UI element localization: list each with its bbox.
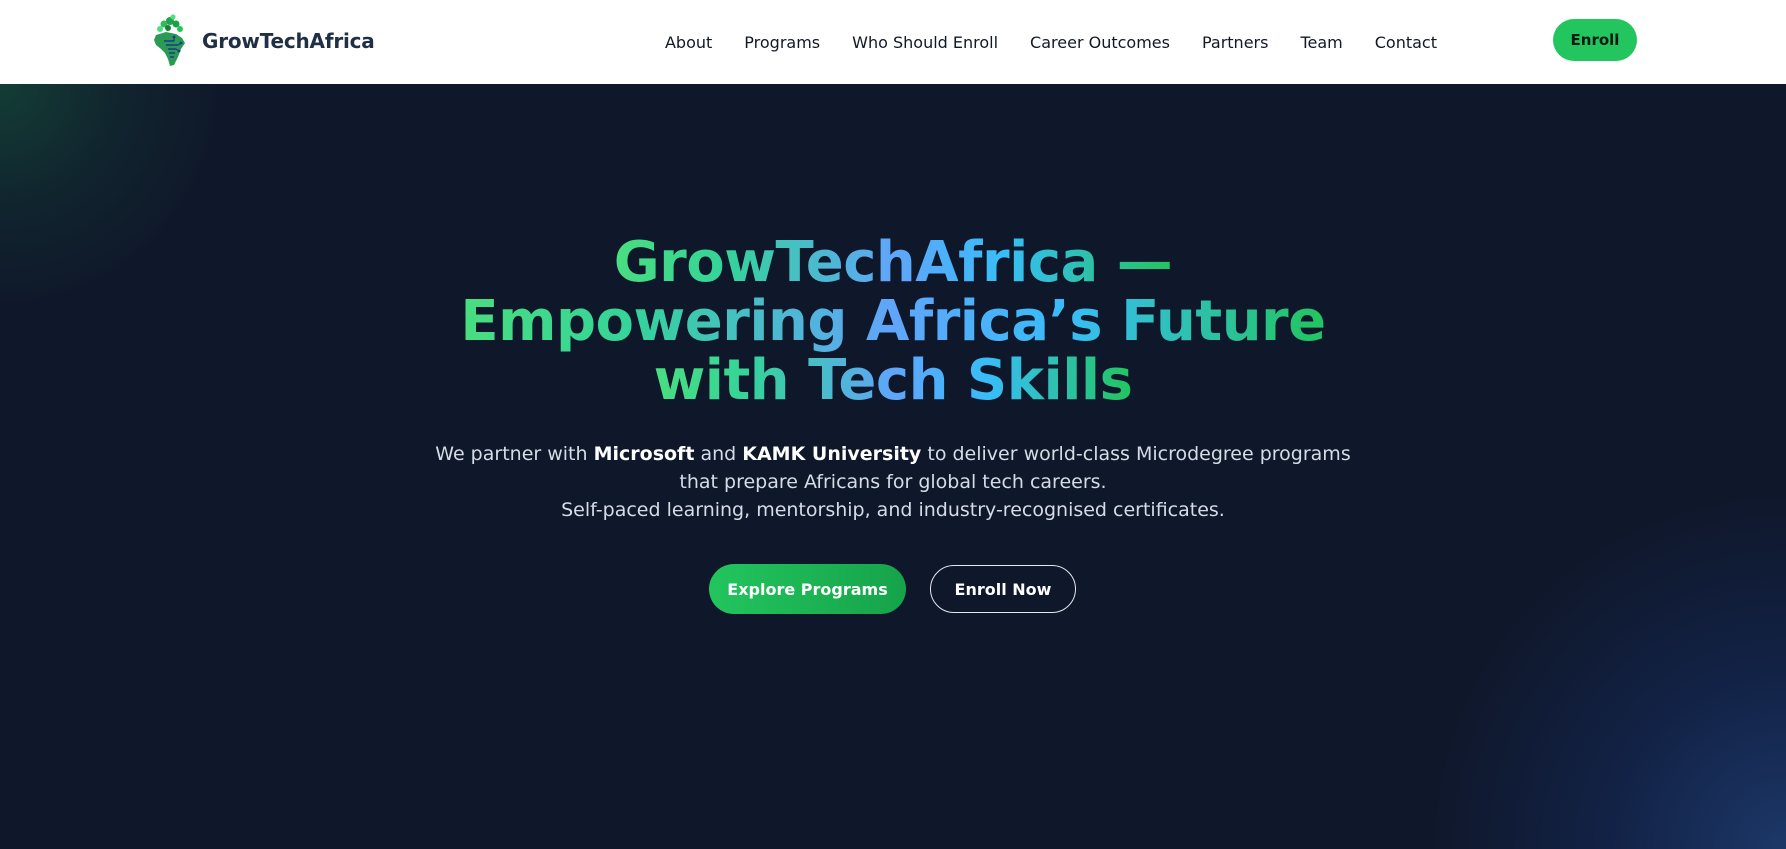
hero-section: GrowTechAfrica — Empowering Africa’s Fut… [0,84,1786,849]
nav-item-career-outcomes[interactable]: Career Outcomes [1030,33,1170,52]
main-nav: About Programs Who Should Enroll Career … [665,0,1437,84]
nav-item-who-should-enroll[interactable]: Who Should Enroll [852,33,998,52]
subtitle-text-3: to deliver world-class Microdegree progr… [921,443,1351,465]
nav-item-partners[interactable]: Partners [1202,33,1268,52]
nav-item-team[interactable]: Team [1300,33,1342,52]
subtitle-line-2: that prepare Africans for global tech ca… [679,471,1107,493]
subtitle-text-1: We partner with [435,443,594,465]
hero-title: GrowTechAfrica — Empowering Africa’s Fut… [0,233,1786,410]
enroll-now-button[interactable]: Enroll Now [930,565,1076,613]
brand-name: GrowTechAfrica [202,29,375,53]
brand-home-link[interactable]: GrowTechAfrica [148,13,375,69]
nav-item-about[interactable]: About [665,33,712,52]
subtitle-text-2: and [694,443,743,465]
partner-microsoft: Microsoft [593,443,695,465]
site-header: GrowTechAfrica About Programs Who Should… [0,0,1786,84]
nav-item-programs[interactable]: Programs [744,33,820,52]
partner-kamk-university: KAMK University [742,443,922,465]
hero-subtitle: We partner with Microsoft and KAMK Unive… [0,440,1786,524]
subtitle-line-3: Self-paced learning, mentorship, and ind… [561,499,1225,521]
africa-tree-logo-icon [154,14,185,66]
hero-title-line-2: Empowering Africa’s Future [460,289,1326,354]
explore-programs-button[interactable]: Explore Programs [709,564,906,614]
header-enroll-button[interactable]: Enroll [1553,19,1637,61]
hero-title-line-3: with Tech Skills [653,348,1133,413]
hero-title-line-1: GrowTechAfrica — [613,230,1173,295]
nav-item-contact[interactable]: Contact [1375,33,1437,52]
